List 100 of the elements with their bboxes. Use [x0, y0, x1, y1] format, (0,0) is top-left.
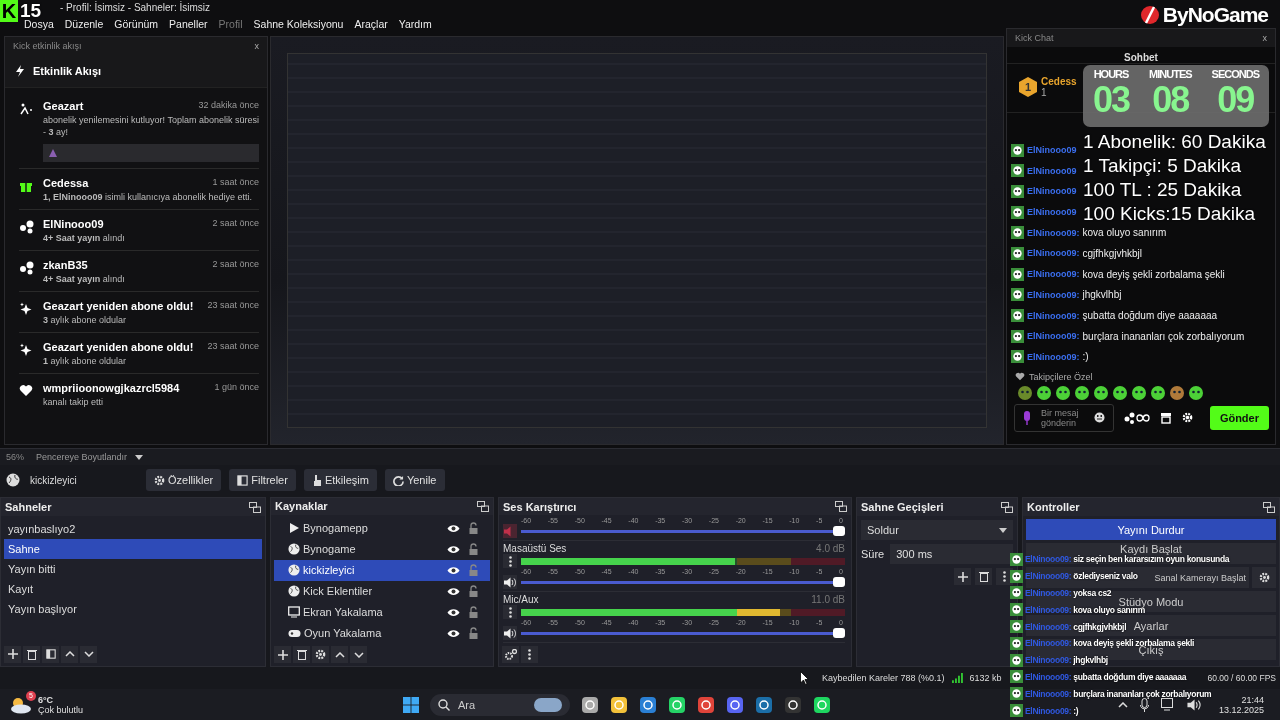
menu-item[interactable]: Dosya — [24, 18, 54, 30]
undock-icon[interactable] — [835, 501, 847, 513]
close-button[interactable]: x — [1262, 33, 1267, 43]
close-button[interactable]: x — [254, 41, 259, 51]
menu-item[interactable]: Paneller — [169, 18, 208, 30]
lock-icon[interactable] — [469, 606, 478, 619]
emote-icon[interactable] — [1112, 384, 1128, 401]
emote-icon[interactable] — [1169, 384, 1185, 401]
emote-icon[interactable] — [1017, 384, 1033, 401]
move-down-button[interactable] — [350, 646, 367, 664]
eye-icon[interactable] — [447, 565, 460, 575]
points-icon[interactable] — [1124, 411, 1150, 424]
volume-slider[interactable] — [521, 631, 845, 635]
speaker-icon[interactable] — [1186, 698, 1201, 711]
muted-speaker-button[interactable] — [503, 524, 517, 539]
undock-icon[interactable] — [249, 501, 261, 513]
monitor-icon[interactable] — [1160, 698, 1175, 711]
move-up-button[interactable] — [61, 645, 78, 663]
eye-icon[interactable] — [447, 523, 460, 533]
lock-icon[interactable] — [469, 627, 478, 640]
add-button[interactable] — [4, 645, 21, 663]
scene-item[interactable]: Kayıt — [4, 579, 262, 599]
more-button[interactable] — [503, 605, 517, 620]
duration-field[interactable]: 300 ms — [890, 544, 1013, 564]
microphone-icon[interactable] — [1139, 697, 1149, 712]
move-up-button[interactable] — [331, 646, 348, 664]
heart-icon — [1015, 372, 1025, 382]
chat-username[interactable]: ElNinooo09 — [1027, 207, 1077, 218]
chat-username[interactable]: ElNinooo09: — [1027, 351, 1080, 362]
chat-username[interactable]: ElNinooo09: — [1027, 310, 1080, 321]
scene-item[interactable]: Yayın başlıyor — [4, 599, 262, 619]
chat-username[interactable]: ElNinooo09: — [1027, 227, 1080, 238]
toolbar-button[interactable]: Etkileşim — [303, 469, 377, 491]
menu-item[interactable]: Sahne Koleksiyonu — [253, 18, 344, 30]
source-item[interactable]: Bynogamepp — [274, 517, 490, 539]
emote-icon[interactable] — [1131, 384, 1147, 401]
source-item[interactable]: kickizleyici — [274, 559, 490, 581]
speaker-button[interactable] — [503, 626, 517, 641]
eye-icon[interactable] — [447, 586, 460, 596]
toolbar-button[interactable]: Özellikler — [146, 469, 222, 491]
more-button[interactable] — [503, 554, 517, 569]
settings-icon[interactable] — [1182, 412, 1193, 424]
menu-item[interactable]: Araçlar — [354, 18, 388, 30]
scale-mode-dropdown[interactable]: Pencereye Boyutlandır — [36, 452, 144, 462]
menu-item[interactable]: Düzenle — [64, 18, 104, 30]
lock-icon[interactable] — [469, 522, 478, 535]
emote-icon[interactable] — [1150, 384, 1166, 401]
scene-item[interactable]: Yayın bitti — [4, 559, 262, 579]
search-field[interactable]: Ara — [430, 693, 571, 716]
speaker-button[interactable] — [503, 575, 517, 590]
more-button[interactable] — [521, 646, 538, 664]
eye-icon[interactable] — [447, 628, 460, 638]
source-item[interactable]: Oyun Yakalama — [274, 622, 490, 644]
chat-username[interactable]: ElNinooo09: — [1027, 269, 1080, 280]
lock-icon[interactable] — [469, 585, 478, 598]
control-button[interactable]: Yayını Durdur — [1026, 519, 1276, 540]
chat-username[interactable]: ElNinooo09 — [1027, 165, 1077, 176]
send-button[interactable]: Gönder — [1209, 405, 1269, 430]
undock-icon[interactable] — [1001, 501, 1013, 513]
emote-icon[interactable] — [1036, 384, 1052, 401]
source-item[interactable]: Bynogame — [274, 538, 490, 560]
store-icon[interactable] — [1160, 411, 1172, 424]
chat-username[interactable]: ElNinooo09: — [1027, 289, 1080, 300]
settings-button[interactable] — [312, 646, 329, 664]
chat-username[interactable]: ElNinooo09: — [1027, 331, 1080, 342]
eye-icon[interactable] — [447, 544, 460, 554]
chat-username[interactable]: ElNinooo09 — [1027, 186, 1077, 197]
audio-settings-button[interactable] — [502, 646, 519, 664]
toolbar-button[interactable]: Yenile — [384, 469, 445, 491]
delete-button[interactable] — [23, 645, 40, 663]
add-button[interactable] — [954, 568, 971, 585]
source-item[interactable]: Ekran Yakalama — [274, 601, 490, 623]
source-item[interactable]: Kick Eklentiler — [274, 580, 490, 602]
delete-button[interactable] — [975, 568, 992, 585]
menu-item[interactable]: Görünüm — [114, 18, 159, 30]
move-down-button[interactable] — [80, 645, 97, 663]
volume-slider[interactable] — [521, 529, 845, 533]
settings-button[interactable] — [1252, 567, 1276, 588]
volume-slider[interactable] — [521, 580, 845, 584]
smiley-icon[interactable] — [1094, 412, 1105, 424]
message-input[interactable]: Bir mesaj gönderin — [1014, 403, 1114, 432]
emote-icon[interactable] — [1055, 384, 1071, 401]
eye-icon[interactable] — [447, 607, 460, 617]
windows-start-icon[interactable] — [403, 696, 420, 713]
scene-item[interactable]: yayınbaslıyo2 — [4, 519, 262, 539]
emote-icon[interactable] — [1188, 384, 1204, 401]
chat-username[interactable]: ElNinooo09 — [1027, 145, 1077, 155]
chat-username[interactable]: ElNinooo09: — [1027, 248, 1080, 259]
emote-icon[interactable] — [1093, 384, 1109, 401]
filter-button[interactable] — [42, 645, 59, 663]
scene-item[interactable]: Sahne — [4, 539, 262, 559]
transition-dropdown[interactable]: Soldur — [861, 520, 1013, 540]
delete-button[interactable] — [293, 646, 310, 664]
lock-icon[interactable] — [469, 543, 478, 556]
add-button[interactable] — [274, 646, 291, 664]
emote-icon[interactable] — [1074, 384, 1090, 401]
toolbar-button[interactable]: Filtreler — [229, 469, 296, 491]
menu-item[interactable]: Yardım — [398, 18, 432, 30]
undock-icon[interactable] — [1263, 501, 1275, 513]
undock-icon[interactable] — [477, 500, 489, 512]
